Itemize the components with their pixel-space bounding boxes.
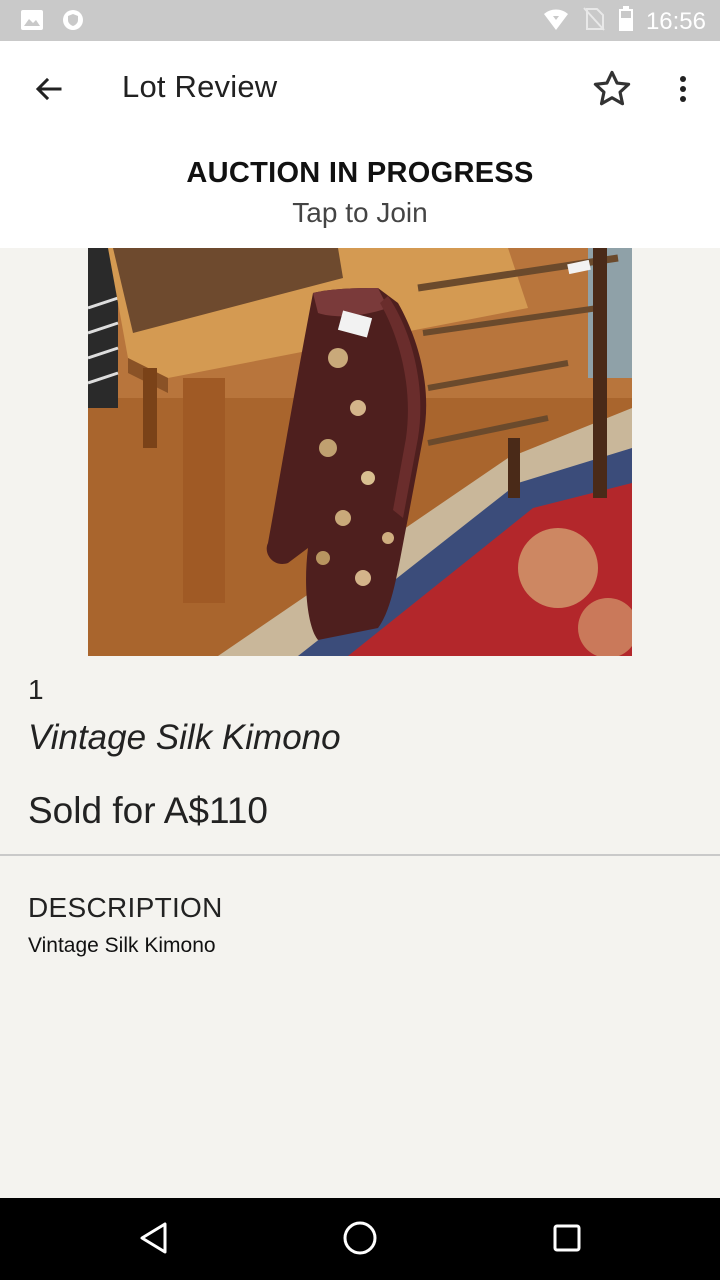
image-icon [20,9,44,36]
battery-icon [618,6,634,37]
back-arrow-icon [33,74,63,109]
favorite-button[interactable] [586,65,638,117]
auction-banner[interactable]: AUCTION IN PROGRESS Tap to Join [0,137,720,248]
no-sim-icon [582,6,606,37]
overflow-menu-button[interactable] [660,65,706,117]
description-heading: DESCRIPTION [28,892,223,923]
page-title: Lot Review [122,69,278,104]
system-back-button[interactable] [124,1210,184,1270]
more-vert-icon [678,74,688,109]
divider [0,854,720,856]
back-triangle-icon [138,1221,170,1260]
back-button[interactable] [22,65,74,117]
lot-number: 1 [28,674,44,705]
star-outline-icon [591,68,633,115]
status-clock: 16:56 [645,7,706,35]
system-recents-button[interactable] [537,1210,597,1270]
app-bar: Lot Review [0,41,720,137]
lot-photo[interactable] [88,248,632,656]
home-circle-icon [342,1220,378,1261]
status-bar: 16:56 [0,0,720,41]
system-home-button[interactable] [330,1210,390,1270]
system-nav-bar [0,1198,720,1280]
join-auction-link[interactable]: Tap to Join [0,197,720,229]
wifi-icon [542,6,570,37]
description-body: Vintage Silk Kimono [28,934,216,957]
auction-status-headline: AUCTION IN PROGRESS [186,157,534,189]
lot-name: Vintage Silk Kimono [28,718,341,757]
lot-result: Sold for A$110 [28,790,268,831]
shield-icon [62,9,84,36]
recents-square-icon [552,1223,582,1258]
